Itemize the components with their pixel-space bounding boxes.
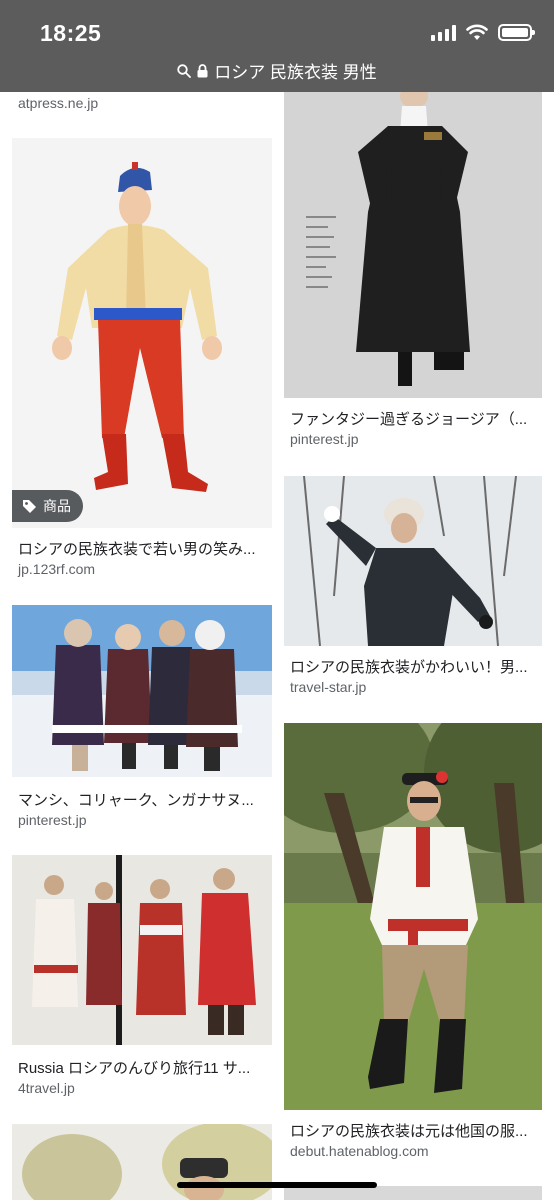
result-image[interactable] — [12, 1124, 272, 1200]
url-bar[interactable]: ロシア 民族衣装 男性 — [0, 58, 554, 83]
url-text: ロシア 民族衣装 男性 — [214, 63, 377, 82]
browser-header: 18:25 ロシア 民族衣装 男性 — [0, 0, 554, 92]
result-image[interactable] — [284, 1186, 542, 1200]
result-card[interactable]: マンシ、コリャーク、ンガナサヌ... pinterest.jp — [12, 605, 272, 830]
result-card[interactable]: ロシアの民族衣装がかわいい！男... travel-star.jp — [284, 476, 542, 698]
signal-icon — [431, 25, 456, 41]
result-source[interactable]: atpress.ne.jp — [18, 95, 98, 111]
result-card[interactable] — [284, 1186, 542, 1200]
tag-icon — [23, 499, 36, 513]
result-card[interactable]: ロシアの民族衣装は元は他国の服... debut.hatenablog.com — [284, 723, 542, 1163]
result-image[interactable] — [12, 605, 272, 777]
status-icons — [431, 24, 535, 41]
result-image[interactable] — [12, 855, 272, 1045]
result-title[interactable]: マンシ、コリャーク、ンガナサヌ... — [18, 789, 268, 810]
result-source[interactable]: jp.123rf.com — [18, 561, 95, 577]
result-title[interactable]: ロシアの民族衣装で若い男の笑み... — [18, 538, 268, 559]
search-icon — [177, 63, 192, 78]
result-image[interactable]: 商品 — [12, 138, 272, 528]
result-source[interactable]: pinterest.jp — [18, 812, 86, 828]
result-source[interactable]: debut.hatenablog.com — [290, 1143, 429, 1159]
lock-icon — [197, 63, 208, 77]
result-card[interactable] — [12, 1124, 272, 1200]
wifi-icon — [466, 24, 488, 40]
result-title[interactable]: ロシアの民族衣装がかわいい！男... — [290, 656, 538, 677]
battery-icon — [498, 24, 535, 41]
result-card[interactable]: ファンタジー過ぎるジョージア（... pinterest.jp — [284, 92, 542, 454]
result-image[interactable] — [284, 723, 542, 1110]
result-image[interactable] — [284, 476, 542, 646]
result-card[interactable]: 商品 ロシアの民族衣装で若い男の笑み... jp.123rf.com — [12, 138, 272, 583]
result-title[interactable]: ロシアの民族衣装は元は他国の服... — [290, 1120, 538, 1141]
result-title[interactable]: Russia ロシアのんびり旅行11 サ... — [18, 1057, 268, 1078]
product-badge: 商品 — [12, 490, 83, 522]
status-time: 18:25 — [40, 20, 102, 46]
result-source[interactable]: travel-star.jp — [290, 679, 366, 695]
result-source[interactable]: 4travel.jp — [18, 1080, 75, 1096]
result-card[interactable]: Russia ロシアのんびり旅行11 サ... 4travel.jp — [12, 855, 272, 1100]
result-title[interactable]: ファンタジー過ぎるジョージア（... — [290, 408, 538, 429]
home-indicator[interactable] — [177, 1182, 377, 1188]
result-source[interactable]: pinterest.jp — [290, 431, 358, 447]
result-image[interactable] — [284, 92, 542, 398]
